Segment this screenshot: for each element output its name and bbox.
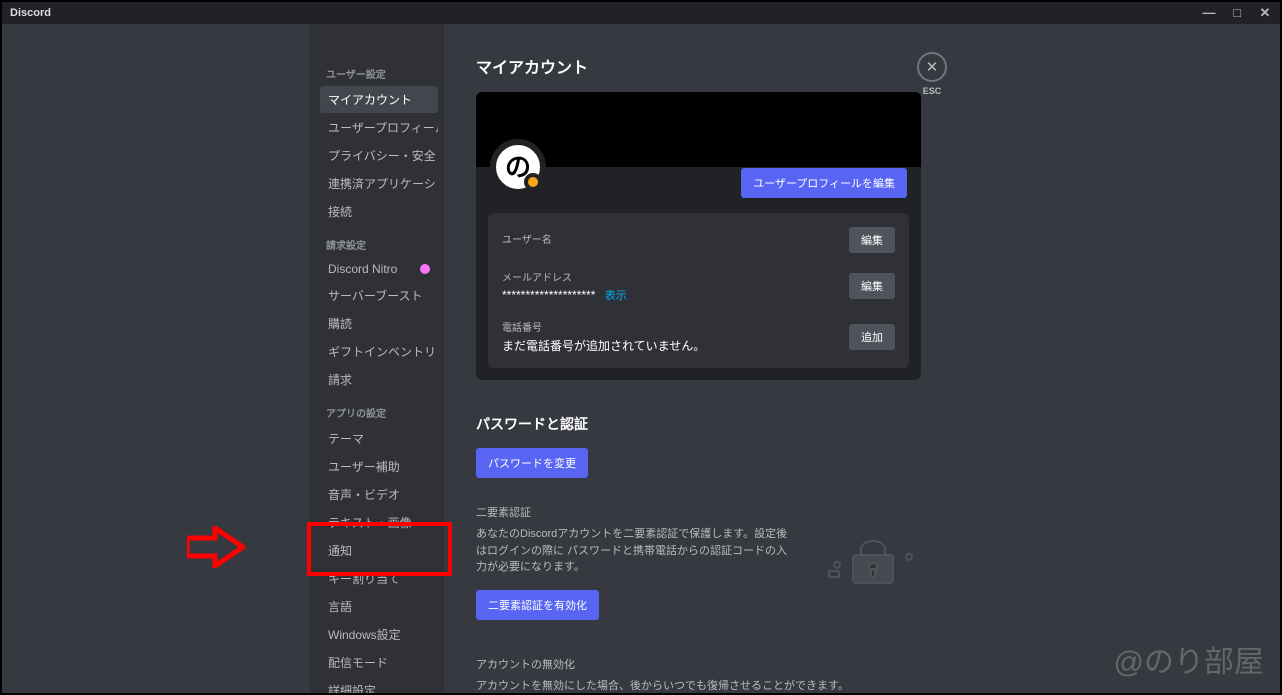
content-area: マイアカウント の ユーザープロフィールを編集 <box>444 24 1280 693</box>
sidebar-item-notifications[interactable]: 通知 <box>320 537 438 564</box>
left-gutter <box>2 24 310 693</box>
sidebar-item-authorized-apps[interactable]: 連携済アプリケーショ… <box>320 170 438 197</box>
sidebar-item-keybinds[interactable]: キー割り当て <box>320 565 438 592</box>
edit-username-button[interactable]: 編集 <box>849 227 895 253</box>
sidebar-item-billing[interactable]: 請求 <box>320 366 438 393</box>
window-controls: — □ ✕ <box>1202 5 1272 21</box>
close-settings-button[interactable]: ✕ ESC <box>917 52 947 96</box>
phone-value: まだ電話番号が追加されていません。 <box>502 337 849 354</box>
username-label: ユーザー名 <box>502 231 849 246</box>
sidebar-item-language[interactable]: 言語 <box>320 593 438 620</box>
maximize-button[interactable]: □ <box>1230 5 1244 21</box>
sidebar-item-accessibility[interactable]: ユーザー補助 <box>320 453 438 480</box>
sidebar-item-user-profile[interactable]: ユーザープロフィール <box>320 114 438 141</box>
sidebar-item-appearance[interactable]: テーマ <box>320 425 438 452</box>
twofa-description: あなたのDiscordアカウントを二要素認証で保護します。設定後はログインの際に… <box>476 526 796 576</box>
sidebar-item-gift-inventory[interactable]: ギフトインベントリ <box>320 338 438 365</box>
deactivate-label: アカウントの無効化 <box>476 656 921 672</box>
sidebar-item-windows-settings[interactable]: Windows設定 <box>320 621 438 648</box>
titlebar: Discord — □ ✕ <box>2 2 1280 24</box>
close-x-icon: ✕ <box>926 58 939 76</box>
sidebar-header-app: アプリの設定 <box>320 401 438 424</box>
status-idle-icon <box>524 173 542 191</box>
reveal-email-link[interactable]: 表示 <box>605 290 627 302</box>
avatar[interactable]: の <box>490 139 546 195</box>
sidebar-item-voice-video[interactable]: 音声・ビデオ <box>320 481 438 508</box>
field-email: メールアドレス ******************** 表示 編集 <box>502 269 895 303</box>
sidebar-header-billing: 請求設定 <box>320 233 438 256</box>
sidebar-item-text-images[interactable]: テキスト・画像 <box>320 509 438 536</box>
minimize-button[interactable]: — <box>1202 5 1216 21</box>
page-title: マイアカウント <box>476 54 921 78</box>
email-value: ******************** <box>502 288 595 302</box>
close-button[interactable]: ✕ <box>1258 5 1272 21</box>
sidebar-item-privacy[interactable]: プライバシー・安全 <box>320 142 438 169</box>
edit-email-button[interactable]: 編集 <box>849 273 895 299</box>
phone-label: 電話番号 <box>502 319 849 334</box>
sidebar-item-streamer-mode[interactable]: 配信モード <box>320 649 438 676</box>
sidebar-item-server-boost[interactable]: サーバーブースト <box>320 282 438 309</box>
sidebar-item-my-account[interactable]: マイアカウント <box>320 86 438 113</box>
email-label: メールアドレス <box>502 269 849 284</box>
settings-sidebar: ユーザー設定 マイアカウント ユーザープロフィール プライバシー・安全 連携済ア… <box>310 24 444 693</box>
edit-user-profile-button[interactable]: ユーザープロフィールを編集 <box>741 168 907 198</box>
lock-illustration-icon <box>825 535 921 589</box>
password-auth-title: パスワードと認証 <box>476 414 921 434</box>
sidebar-header-user: ユーザー設定 <box>320 62 438 85</box>
enable-twofa-button[interactable]: 二要素認証を有効化 <box>476 590 599 620</box>
twofa-label: 二要素認証 <box>476 504 809 520</box>
password-auth-section: パスワードと認証 パスワードを変更 二要素認証 あなたのDiscordアカウント… <box>476 414 921 620</box>
change-password-button[interactable]: パスワードを変更 <box>476 448 588 478</box>
add-phone-button[interactable]: 追加 <box>849 324 895 350</box>
esc-label: ESC <box>923 86 942 96</box>
sidebar-item-connections[interactable]: 接続 <box>320 198 438 225</box>
nitro-badge-icon <box>420 264 430 274</box>
field-phone: 電話番号 まだ電話番号が追加されていません。 追加 <box>502 319 895 354</box>
app-title: Discord <box>10 7 1202 19</box>
sidebar-item-subscriptions[interactable]: 購読 <box>320 310 438 337</box>
sidebar-item-nitro[interactable]: Discord Nitro <box>320 257 438 281</box>
account-card: の ユーザープロフィールを編集 ユーザー名 <box>476 92 921 380</box>
field-username: ユーザー名 編集 <box>502 227 895 253</box>
deactivate-description: アカウントを無効にした場合、後からいつでも復帰させることができます。 <box>476 678 921 694</box>
sidebar-item-advanced[interactable]: 詳細設定 <box>320 677 438 693</box>
deactivate-section: アカウントの無効化 アカウントを無効にした場合、後からいつでも復帰させることがで… <box>476 656 921 694</box>
